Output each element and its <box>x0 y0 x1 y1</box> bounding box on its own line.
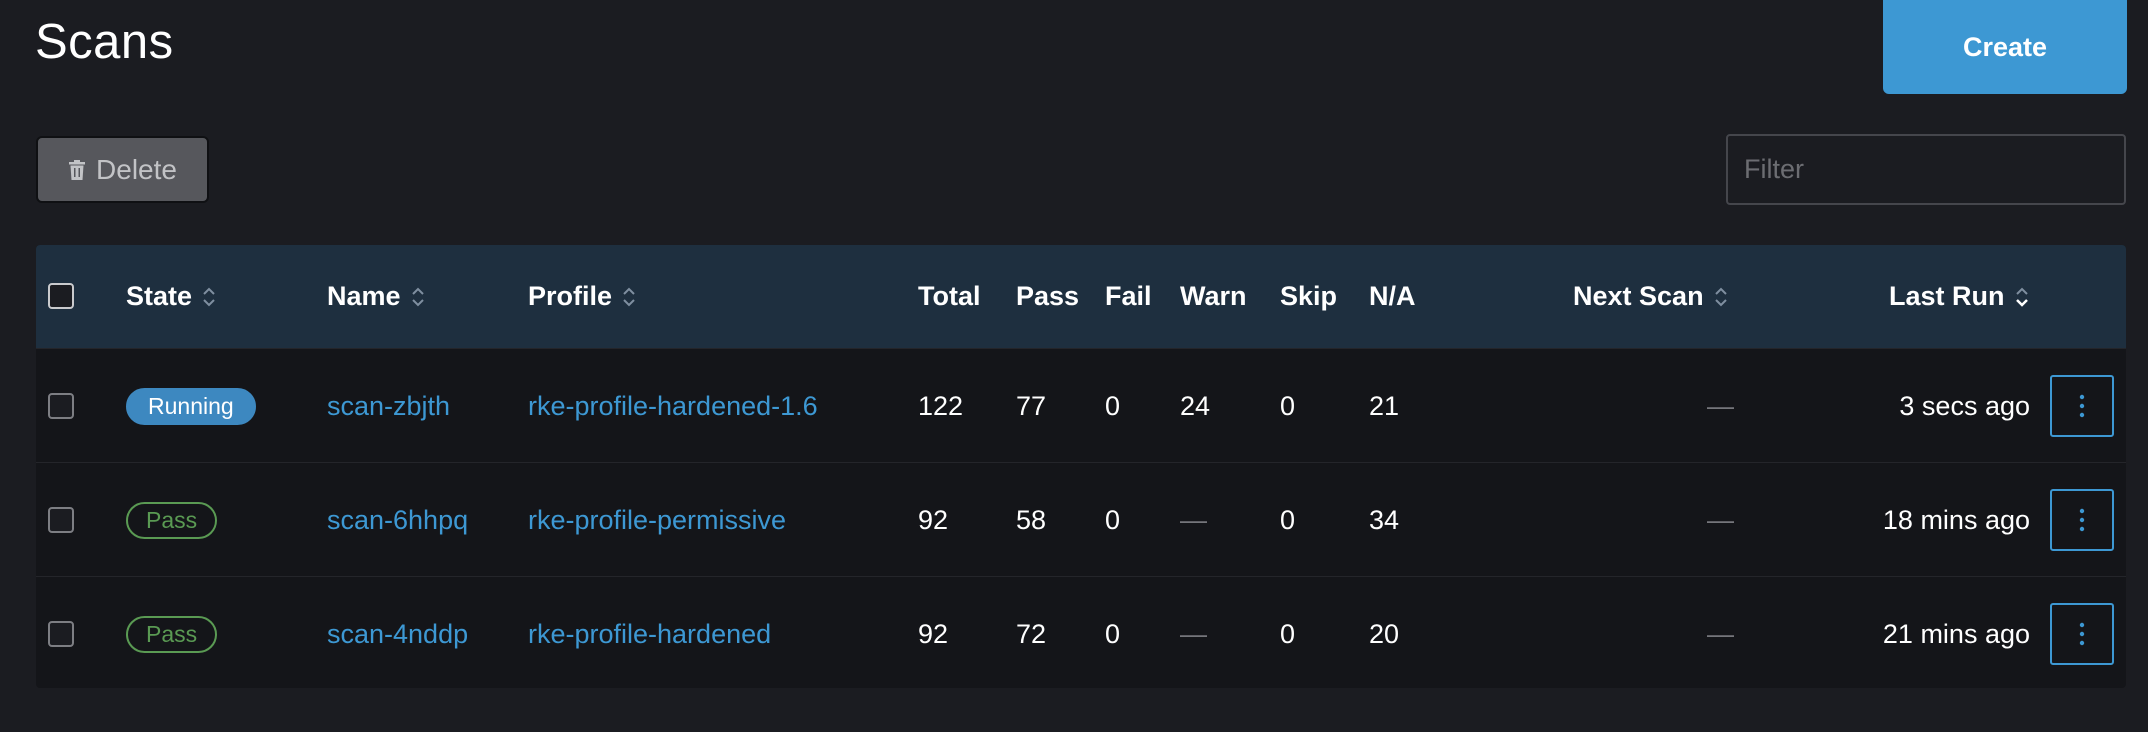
pass-cell: 77 <box>1016 390 1047 421</box>
profile-link[interactable]: rke-profile-permissive <box>528 463 786 577</box>
column-label-name: Name <box>327 281 401 311</box>
total-cell: 92 <box>918 504 949 535</box>
column-header-last-run[interactable]: Last Run <box>1889 245 2029 348</box>
table-row: Pass scan-4nddp rke-profile-hardened 92 … <box>36 576 2126 688</box>
column-header-state[interactable]: State <box>126 245 216 348</box>
row-checkbox[interactable] <box>48 621 74 647</box>
column-label-total: Total <box>918 281 981 311</box>
column-label-skip: Skip <box>1280 281 1338 311</box>
delete-button-label: Delete <box>96 153 177 185</box>
table-row: Running scan-zbjth rke-profile-hardened-… <box>36 348 2126 462</box>
scans-page: Scans Create Delete State Name <box>0 0 2148 732</box>
column-header-warn: Warn <box>1180 245 1247 348</box>
page-title: Scans <box>35 15 174 69</box>
pass-cell: 72 <box>1016 618 1047 649</box>
kebab-menu-icon <box>2079 622 2085 646</box>
status-badge: Running <box>126 387 256 425</box>
column-label-warn: Warn <box>1180 281 1247 311</box>
skip-cell: 0 <box>1280 504 1296 535</box>
column-label-fail: Fail <box>1105 281 1152 311</box>
last-run-cell: 18 mins ago <box>1882 504 2030 535</box>
table-row: Pass scan-6hhpq rke-profile-permissive 9… <box>36 462 2126 576</box>
kebab-menu-icon <box>2079 394 2085 418</box>
scan-name-link[interactable]: scan-zbjth <box>327 349 450 463</box>
warn-cell: 24 <box>1180 390 1211 421</box>
column-header-pass: Pass <box>1016 245 1079 348</box>
fail-cell: 0 <box>1105 390 1121 421</box>
column-header-skip: Skip <box>1280 245 1337 348</box>
column-label-next-scan: Next Scan <box>1573 281 1704 311</box>
column-header-na: N/A <box>1369 245 1416 348</box>
kebab-menu-icon <box>2079 508 2085 532</box>
last-run-cell: 21 mins ago <box>1882 618 2030 649</box>
warn-cell: — <box>1180 504 1207 535</box>
next-scan-cell: — <box>1707 618 1734 649</box>
pass-cell: 58 <box>1016 504 1047 535</box>
row-actions-button[interactable] <box>2050 603 2114 665</box>
column-header-name[interactable]: Name <box>327 245 425 348</box>
total-cell: 92 <box>918 618 949 649</box>
table-header: State Name Profile Total Pass Fail Warn … <box>36 245 2126 348</box>
sort-icon <box>623 287 635 306</box>
status-badge: Pass <box>126 615 218 653</box>
na-cell: 20 <box>1369 618 1400 649</box>
sort-down-icon <box>2015 287 2028 307</box>
row-actions-button[interactable] <box>2050 489 2114 551</box>
row-actions-button[interactable] <box>2050 375 2114 437</box>
fail-cell: 0 <box>1105 618 1121 649</box>
profile-link[interactable]: rke-profile-hardened <box>528 577 771 688</box>
sort-icon <box>203 287 215 306</box>
column-label-pass: Pass <box>1016 281 1080 311</box>
na-cell: 34 <box>1369 504 1400 535</box>
scan-name-link[interactable]: scan-4nddp <box>327 577 468 688</box>
column-label-na: N/A <box>1369 281 1416 311</box>
last-run-cell: 3 secs ago <box>1899 390 2030 421</box>
next-scan-cell: — <box>1707 390 1734 421</box>
fail-cell: 0 <box>1105 504 1121 535</box>
state-cell: Running <box>126 349 256 463</box>
column-header-profile[interactable]: Profile <box>528 245 636 348</box>
scan-name-link[interactable]: scan-6hhpq <box>327 463 468 577</box>
state-cell: Pass <box>126 463 218 577</box>
sort-icon <box>411 287 424 306</box>
row-checkbox[interactable] <box>48 393 74 419</box>
column-header-total: Total <box>918 245 981 348</box>
column-header-fail: Fail <box>1105 245 1152 348</box>
profile-link[interactable]: rke-profile-hardened-1.6 <box>528 349 818 463</box>
row-checkbox[interactable] <box>48 507 74 533</box>
create-button[interactable]: Create <box>1883 0 2127 94</box>
filter-input[interactable] <box>1726 134 2126 205</box>
warn-cell: — <box>1180 618 1207 649</box>
trash-icon <box>69 159 86 180</box>
skip-cell: 0 <box>1280 618 1296 649</box>
scans-table: State Name Profile Total Pass Fail Warn … <box>36 245 2126 688</box>
column-header-next-scan[interactable]: Next Scan <box>1573 245 1728 348</box>
column-label-last-run: Last Run <box>1889 281 2005 311</box>
na-cell: 21 <box>1369 390 1400 421</box>
column-label-profile: Profile <box>528 281 613 311</box>
delete-button[interactable]: Delete <box>36 136 209 203</box>
total-cell: 122 <box>918 390 964 421</box>
state-cell: Pass <box>126 577 218 688</box>
select-all-checkbox[interactable] <box>48 283 74 309</box>
column-label-state: State <box>126 281 193 311</box>
sort-icon <box>1714 287 1727 306</box>
skip-cell: 0 <box>1280 390 1296 421</box>
next-scan-cell: — <box>1707 504 1734 535</box>
status-badge: Pass <box>126 501 218 539</box>
